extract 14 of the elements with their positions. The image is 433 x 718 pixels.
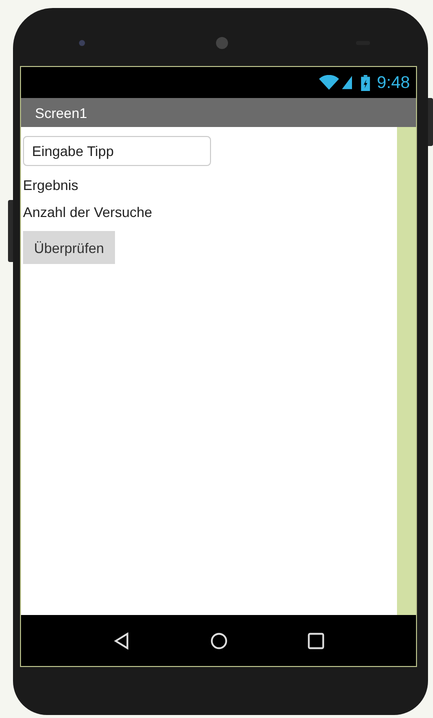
text-label: Anzahl der Versuche bbox=[23, 203, 152, 221]
screen-title: Screen1 bbox=[35, 104, 88, 120]
signal-icon bbox=[342, 75, 352, 90]
camera-icon bbox=[79, 40, 85, 46]
wifi-icon bbox=[318, 75, 339, 90]
text-field[interactable]: Eingabe Tipp bbox=[23, 136, 211, 166]
speaker-icon bbox=[216, 37, 228, 49]
back-icon[interactable] bbox=[112, 632, 130, 650]
battery-icon bbox=[360, 74, 370, 90]
text-label: Ergebnis bbox=[23, 176, 78, 194]
status-time: 9:48 bbox=[376, 72, 410, 92]
check-button[interactable]: Überprüfen bbox=[23, 231, 116, 264]
recent-apps-icon[interactable] bbox=[306, 632, 324, 650]
home-icon[interactable] bbox=[210, 632, 228, 650]
